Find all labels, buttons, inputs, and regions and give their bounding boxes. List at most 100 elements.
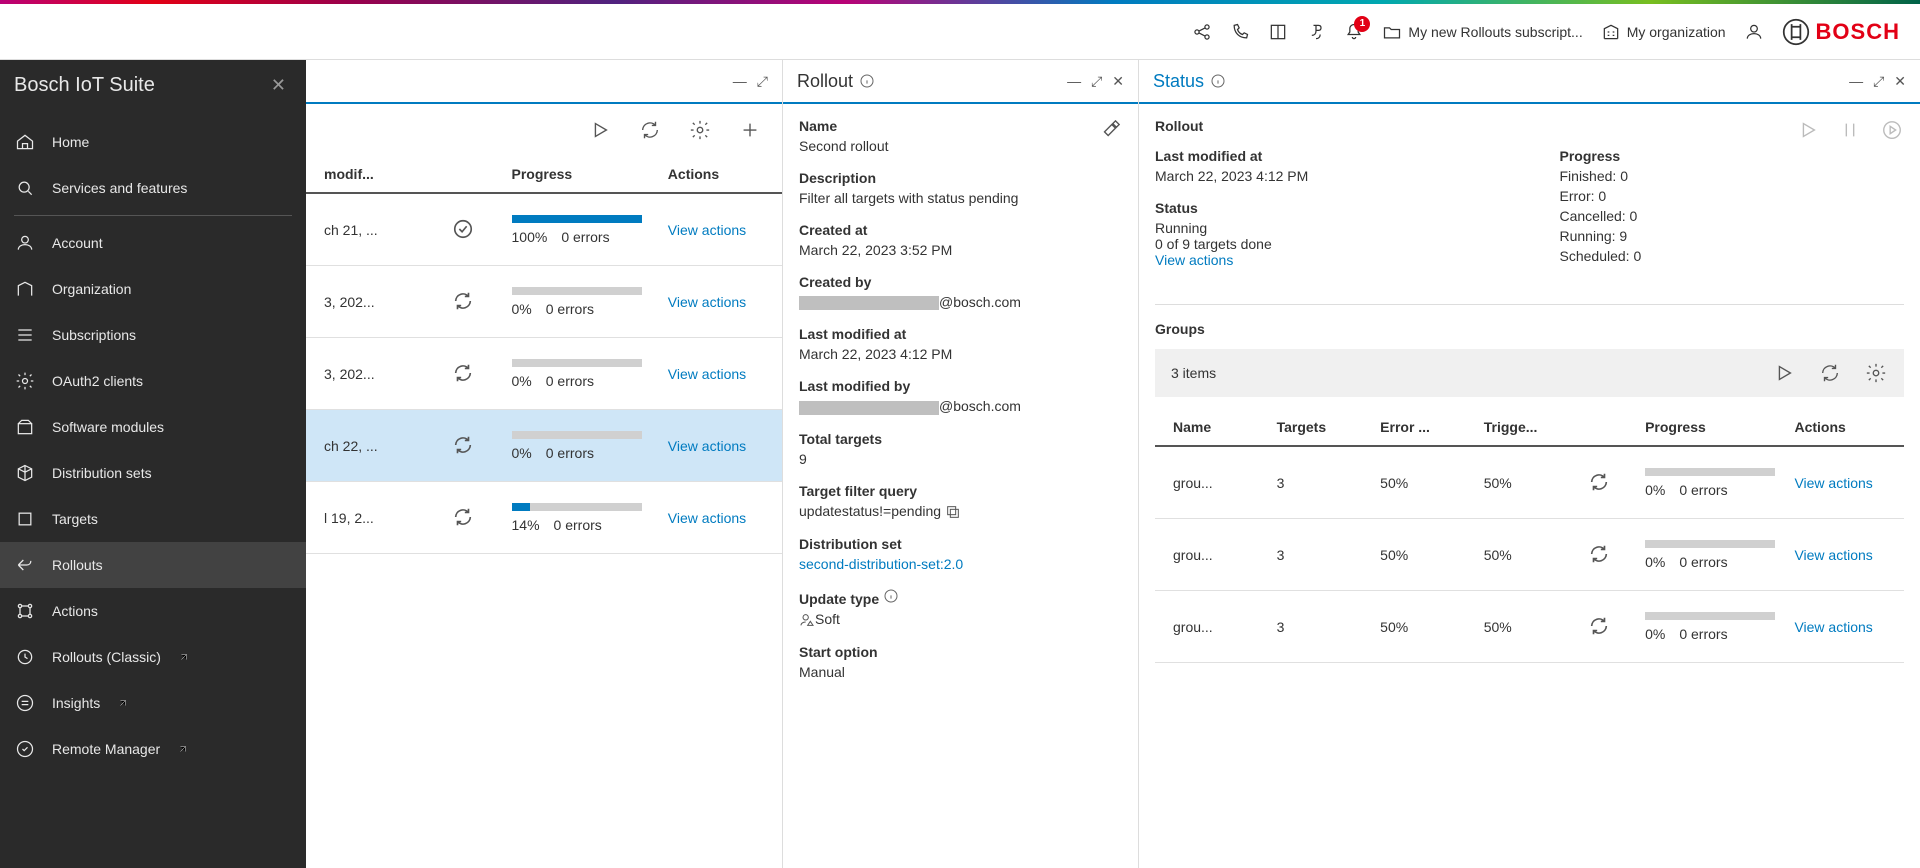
- panel-title: Rollout: [797, 71, 875, 92]
- organization-link[interactable]: My organization: [1601, 22, 1726, 42]
- created-by-label: Created by: [799, 274, 1122, 290]
- sidebar-item-label: Services and features: [52, 180, 187, 196]
- column-actions: Actions: [662, 166, 770, 182]
- expand-icon[interactable]: ⤢: [1873, 73, 1884, 90]
- view-actions-link[interactable]: View actions: [1155, 252, 1500, 268]
- minimize-icon[interactable]: —: [1849, 73, 1863, 90]
- play-icon[interactable]: [588, 118, 612, 142]
- copy-icon[interactable]: [945, 504, 961, 520]
- close-icon[interactable]: ✕: [271, 75, 286, 96]
- column-trigger: Trigge...: [1478, 419, 1582, 435]
- table-row[interactable]: grou...350%50%0%0 errorsView actions: [1155, 447, 1904, 519]
- status-icon: [451, 433, 475, 457]
- view-actions-link[interactable]: View actions: [668, 294, 746, 310]
- pause-icon[interactable]: [1838, 118, 1862, 142]
- tools-icon[interactable]: [1098, 118, 1122, 142]
- table-row[interactable]: ch 22, ...0%0 errorsView actions: [306, 410, 782, 482]
- view-actions-link[interactable]: View actions: [1794, 619, 1872, 635]
- subscription-label: My new Rollouts subscript...: [1408, 24, 1582, 40]
- close-icon[interactable]: ✕: [1894, 73, 1906, 90]
- sidebar-item-targets[interactable]: Targets: [0, 496, 306, 542]
- person-icon: [799, 612, 815, 628]
- view-actions-link[interactable]: View actions: [1794, 475, 1872, 491]
- view-actions-link[interactable]: View actions: [1794, 547, 1872, 563]
- share-icon[interactable]: [1192, 22, 1212, 42]
- view-actions-link[interactable]: View actions: [668, 222, 746, 238]
- sidebar-item-oauth[interactable]: OAuth2 clients: [0, 358, 306, 404]
- insights-icon: [14, 692, 36, 714]
- info-icon[interactable]: [883, 591, 899, 607]
- progress-error: Error: 0: [1560, 188, 1905, 204]
- table-row[interactable]: l 19, 2...14%0 errorsView actions: [306, 482, 782, 554]
- table-row[interactable]: ch 21, ...100%0 errorsView actions: [306, 194, 782, 266]
- expand-icon[interactable]: ⤢: [757, 73, 768, 90]
- close-icon[interactable]: ✕: [1112, 73, 1124, 90]
- status-icon: [451, 289, 475, 313]
- progress-cancelled: Cancelled: 0: [1560, 208, 1905, 224]
- minimize-icon[interactable]: —: [1067, 73, 1081, 90]
- table-row[interactable]: 3, 202...0%0 errorsView actions: [306, 338, 782, 410]
- phone-icon[interactable]: [1230, 22, 1250, 42]
- subscription-link[interactable]: My new Rollouts subscript...: [1382, 22, 1582, 42]
- info-icon[interactable]: [859, 73, 875, 89]
- view-actions-link[interactable]: View actions: [668, 366, 746, 382]
- sidebar-item-distribution[interactable]: Distribution sets: [0, 450, 306, 496]
- sidebar-item-label: Home: [52, 134, 89, 150]
- settings-icon[interactable]: [688, 118, 712, 142]
- settings-icon[interactable]: [1864, 361, 1888, 385]
- progress-running: Running: 9: [1560, 228, 1905, 244]
- sidebar-item-insights[interactable]: Insights: [0, 680, 306, 726]
- sidebar-item-account[interactable]: Account: [0, 220, 306, 266]
- paragraph-icon[interactable]: [1306, 22, 1326, 42]
- sidebar-item-label: Remote Manager: [52, 741, 160, 757]
- sidebar-item-actions[interactable]: Actions: [0, 588, 306, 634]
- column-name: Name: [1167, 419, 1271, 435]
- sidebar-item-subscriptions[interactable]: Subscriptions: [0, 312, 306, 358]
- bell-icon[interactable]: 1: [1344, 22, 1364, 42]
- cell-error: 50%: [1374, 619, 1478, 635]
- table-row[interactable]: 3, 202...0%0 errorsView actions: [306, 266, 782, 338]
- skip-icon[interactable]: [1880, 118, 1904, 142]
- progress-finished: Finished: 0: [1560, 168, 1905, 184]
- minimize-icon[interactable]: —: [733, 73, 747, 90]
- user-icon[interactable]: [1744, 22, 1764, 42]
- sidebar-item-software[interactable]: Software modules: [0, 404, 306, 450]
- book-icon[interactable]: [1268, 22, 1288, 42]
- refresh-icon[interactable]: [638, 118, 662, 142]
- play-icon[interactable]: [1796, 118, 1820, 142]
- grid-icon: [14, 177, 36, 199]
- info-icon[interactable]: [1210, 73, 1226, 89]
- expand-icon[interactable]: ⤢: [1091, 73, 1102, 90]
- organization-label: My organization: [1627, 24, 1726, 40]
- status-icon: [451, 505, 475, 529]
- distribution-set-value[interactable]: second-distribution-set:2.0: [799, 556, 1122, 572]
- status-panel: Status — ⤢ ✕ Rollout: [1138, 60, 1920, 868]
- sidebar-item-rollouts-classic[interactable]: Rollouts (Classic): [0, 634, 306, 680]
- target-filter-value: updatestatus!=pending: [799, 503, 1122, 520]
- last-modified-at-label: Last modified at: [799, 326, 1122, 342]
- cell-progress: 0%0 errors: [1639, 468, 1788, 498]
- view-actions-link[interactable]: View actions: [668, 510, 746, 526]
- actions-icon: [14, 600, 36, 622]
- table-row[interactable]: grou...350%50%0%0 errorsView actions: [1155, 591, 1904, 663]
- sidebar-item-label: Organization: [52, 281, 131, 297]
- progress-scheduled: Scheduled: 0: [1560, 248, 1905, 264]
- cell-targets: 3: [1271, 547, 1375, 563]
- sidebar-item-label: Actions: [52, 603, 98, 619]
- cell-targets: 3: [1271, 475, 1375, 491]
- classic-icon: [14, 646, 36, 668]
- play-icon[interactable]: [1772, 361, 1796, 385]
- sidebar-item-remote[interactable]: Remote Manager: [0, 726, 306, 772]
- sidebar-item-rollouts[interactable]: Rollouts: [0, 542, 306, 588]
- table-row[interactable]: grou...350%50%0%0 errorsView actions: [1155, 519, 1904, 591]
- view-actions-link[interactable]: View actions: [668, 438, 746, 454]
- created-at-value: March 22, 2023 3:52 PM: [799, 242, 1122, 258]
- sidebar-item-organization[interactable]: Organization: [0, 266, 306, 312]
- cell-modified: l 19, 2...: [318, 510, 445, 526]
- add-icon[interactable]: [738, 118, 762, 142]
- sidebar-item-services[interactable]: Services and features: [0, 165, 306, 211]
- sidebar-item-home[interactable]: Home: [0, 119, 306, 165]
- column-error: Error ...: [1374, 419, 1478, 435]
- refresh-icon[interactable]: [1818, 361, 1842, 385]
- cell-trigger: 50%: [1478, 619, 1582, 635]
